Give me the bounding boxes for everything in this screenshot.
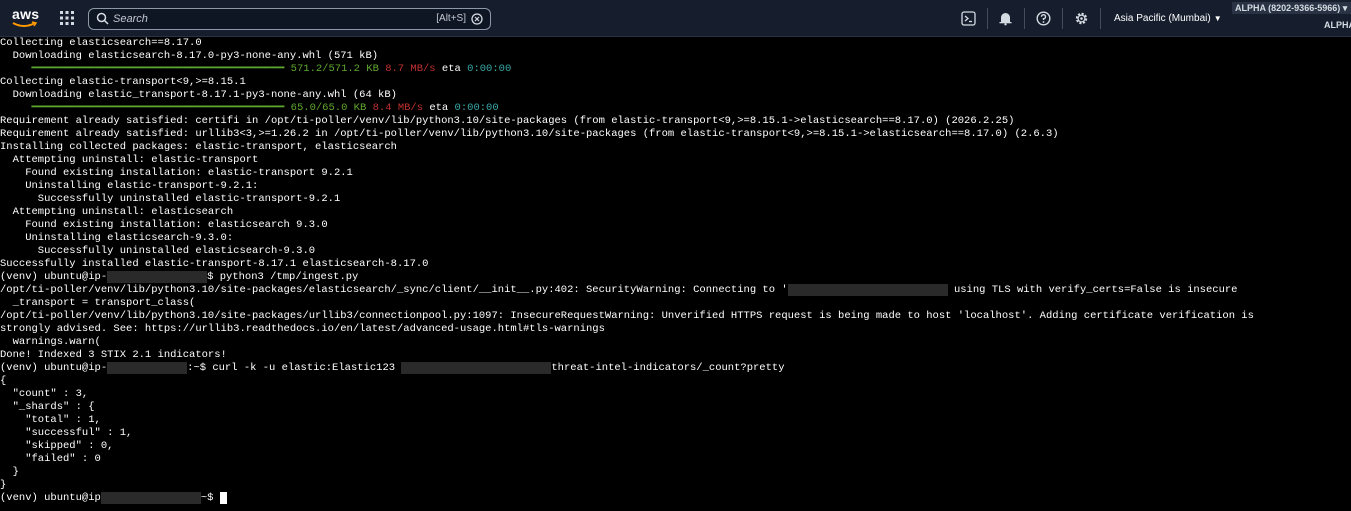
progress-line: ━━━━━━━━━━━━━━━━━━━━━━━━━━━━━━━━━━━━━━━━… (0, 63, 1351, 76)
terminal-line: strongly advised. See: https://urllib3.r… (0, 323, 605, 335)
search-shortcut-hint: [Alt+S] (436, 13, 466, 24)
redacted-hostname (107, 271, 208, 283)
terminal-line: Successfully uninstalled elastic-transpo… (0, 193, 341, 205)
json-line: } (0, 466, 19, 478)
redacted-hostname (107, 362, 188, 374)
warning-text: using TLS with verify_certs=False is ins… (947, 284, 1238, 296)
terminal-cursor[interactable] (219, 492, 227, 504)
terminal-line: Installing collected packages: elastic-t… (0, 141, 397, 153)
terminal-line: Collecting elastic-transport<9,>=8.15.1 (0, 76, 246, 88)
caret-down-icon: ▼ (1213, 14, 1222, 23)
aws-console-header: aws [Alt+S] (0, 0, 1351, 37)
terminal-line: Downloading elastic_transport-8.17.1-py3… (0, 89, 397, 101)
region-selector[interactable]: Asia Pacific (Mumbai) ▼ (1114, 13, 1222, 24)
terminal-line: Found existing installation: elastic-tra… (0, 167, 353, 179)
redacted-host (787, 284, 948, 296)
shell-prompt-line: (venv) ubuntu@ip- $ python3 /tmp/ingest.p… (0, 271, 1351, 284)
header-divider (1024, 8, 1025, 29)
json-line: "successful" : 1, (0, 427, 133, 439)
prompt-command: $ python3 /tmp/ingest.py (207, 271, 359, 283)
prompt-user: (venv) ubuntu@ip (0, 492, 101, 504)
download-speed: 8.4 MB/s (372, 102, 424, 114)
eta-label: eta (423, 102, 455, 114)
download-speed: 8.7 MB/s (385, 63, 436, 75)
terminal-line: Successfully installed elastic-transport… (0, 258, 429, 270)
region-label: Asia Pacific (Mumbai) (1114, 13, 1211, 24)
terminal-line: Requirement already satisfied: certifi i… (0, 115, 1015, 127)
cloudshell-icon (961, 11, 976, 26)
prompt-user: (venv) ubuntu@ip- (0, 271, 108, 283)
terminal-line: Found existing installation: elasticsear… (0, 219, 328, 231)
aws-smile-icon (12, 21, 38, 27)
aws-logo[interactable]: aws (12, 6, 40, 30)
help-button[interactable] (1036, 11, 1052, 27)
json-line: "failed" : 0 (0, 453, 101, 465)
shell-prompt-line: (venv) ubuntu@ip ~$ (0, 492, 1351, 505)
json-line: { (0, 375, 7, 387)
search-input[interactable] (113, 10, 413, 28)
json-line: "skipped" : 0, (0, 440, 114, 452)
header-divider (1062, 8, 1063, 29)
json-line: "total" : 1, (0, 414, 101, 426)
terminal-line: Uninstalling elastic-transport-9.2.1: (0, 180, 259, 192)
progress-line: ━━━━━━━━━━━━━━━━━━━━━━━━━━━━━━━━━━━━━━━━… (0, 102, 1351, 115)
header-divider (987, 8, 988, 29)
cloudshell-button[interactable] (961, 11, 977, 27)
download-size: 571.2/571.2 KB (290, 63, 379, 75)
notifications-button[interactable] (998, 11, 1014, 27)
terminal-output[interactable]: Collecting elasticsearch==8.17.0 Downloa… (0, 37, 1351, 511)
warning-text: /opt/ti-poller/venv/lib/python3.10/site-… (0, 284, 788, 296)
search-icon (96, 12, 109, 25)
settings-button[interactable] (1074, 11, 1090, 27)
terminal-line: warnings.warn( (0, 336, 101, 348)
terminal-line: Done! Indexed 3 STIX 2.1 indicators! (0, 349, 227, 361)
gear-icon (1075, 12, 1088, 25)
account-label: ALPHA (8202-9366-5966) (1235, 3, 1341, 13)
terminal-line: Downloading elasticsearch-8.17.0-py3-non… (0, 50, 379, 62)
terminal-line: Uninstalling elasticsearch-9.3.0: (0, 232, 234, 244)
json-line: "_shards" : { (0, 401, 95, 413)
terminal-line: /opt/ti-poller/venv/lib/python3.10/site-… (0, 310, 1254, 322)
clear-icon[interactable] (471, 13, 483, 25)
prompt-symbol: ~$ (200, 492, 220, 504)
account-menu[interactable]: ALPHA (8202-9366-5966) ▾ (1232, 2, 1351, 14)
eta-value: 0:00:00 (454, 102, 499, 114)
terminal-line: Collecting elasticsearch==8.17.0 (0, 37, 202, 49)
shell-prompt-line: (venv) ubuntu@ip- :~$ curl -k -u elastic:… (0, 362, 1351, 375)
help-icon (1036, 11, 1051, 26)
grid-icon (60, 11, 74, 25)
download-size: 65.0/65.0 KB (290, 102, 367, 114)
bell-icon (999, 13, 1012, 26)
redacted-hostname (100, 492, 201, 504)
json-line: } (0, 479, 7, 491)
prompt-user: (venv) ubuntu@ip- (0, 362, 108, 374)
terminal-line: _transport = transport_class( (0, 297, 196, 309)
json-line: "count" : 3, (0, 388, 89, 400)
prompt-command: :~$ curl -k -u elastic:Elastic123 (187, 362, 402, 374)
progress-bar: ━━━━━━━━━━━━━━━━━━━━━━━━━━━━━━━━━━━━━━━━ (0, 63, 291, 75)
terminal-line: /opt/ti-poller/venv/lib/python3.10/site-… (0, 284, 1351, 297)
eta-label: eta (435, 63, 468, 75)
progress-bar: ━━━━━━━━━━━━━━━━━━━━━━━━━━━━━━━━━━━━━━━━ (0, 102, 291, 114)
terminal-line: Attempting uninstall: elastic-transport (0, 154, 259, 166)
account-short-label: ALPHA (1324, 20, 1351, 30)
prompt-command: threat-intel-indicators/_count?pretty (551, 362, 785, 374)
redacted-url (401, 362, 552, 374)
search-bar[interactable]: [Alt+S] (88, 8, 491, 30)
header-divider (1100, 8, 1101, 29)
terminal-line: Attempting uninstall: elasticsearch (0, 206, 234, 218)
terminal-line: Successfully uninstalled elasticsearch-9… (0, 245, 316, 257)
services-menu-button[interactable] (60, 11, 76, 27)
terminal-line: Requirement already satisfied: urllib3<3… (0, 128, 1059, 140)
aws-logo-text: aws (12, 6, 40, 22)
eta-value: 0:00:00 (467, 63, 512, 75)
